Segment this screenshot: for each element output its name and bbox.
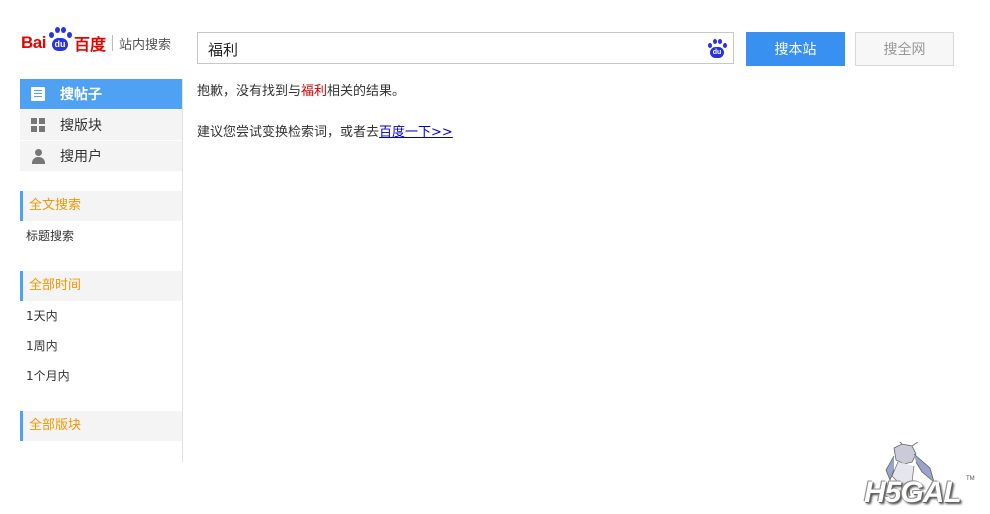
filter-all-time-header[interactable]: 全部时间 [20, 271, 182, 301]
nav-item-posts[interactable]: 搜帖子 [20, 79, 182, 109]
filter-group-board: 全部版块 [20, 411, 182, 441]
nav-item-boards[interactable]: 搜版块 [20, 110, 182, 140]
baidu-site-search-logo[interactable]: Bai du 百度 站内搜索 [21, 25, 171, 61]
baidu-paw-icon: du [47, 27, 73, 53]
baidu-search-link[interactable]: 百度一下>> [379, 125, 453, 140]
logo-divider [111, 35, 113, 51]
user-icon [31, 149, 45, 164]
search-site-button[interactable]: 搜本站 [746, 32, 845, 66]
grid-icon [31, 118, 45, 132]
nav-item-label: 搜帖子 [60, 87, 102, 103]
logo-subtitle: 站内搜索 [118, 37, 171, 53]
document-icon [31, 87, 45, 101]
watermark-tm: TM [966, 476, 975, 482]
filter-time-1day[interactable]: 1天内 [20, 301, 182, 331]
baidu-paw-icon[interactable]: du [707, 39, 727, 59]
filter-all-boards-header[interactable]: 全部版块 [20, 411, 182, 441]
nav-item-label: 搜用户 [60, 149, 102, 165]
filter-time-1week[interactable]: 1周内 [20, 331, 182, 361]
nav-item-label: 搜版块 [60, 118, 102, 134]
h5gal-watermark: H5GAL TM [860, 442, 975, 510]
no-result-keyword: 福利 [301, 84, 328, 99]
sidebar: 搜帖子 搜版块 搜用户 全文搜索 标题搜索 全部时间 1天内 1周内 1个月内 … [20, 79, 183, 462]
watermark-text: H5GAL [864, 476, 962, 509]
search-input[interactable] [206, 33, 705, 65]
filter-title-search[interactable]: 标题搜索 [20, 221, 182, 251]
nav-item-users[interactable]: 搜用户 [20, 141, 182, 171]
filter-fulltext-header[interactable]: 全文搜索 [20, 191, 182, 221]
filter-group-scope: 全文搜索 标题搜索 [20, 191, 182, 251]
logo-baidu-chinese: 百度 [73, 35, 106, 54]
filter-group-time: 全部时间 1天内 1周内 1个月内 [20, 271, 182, 391]
paw-du-text: du [710, 47, 724, 58]
search-box[interactable]: du [197, 32, 734, 65]
no-result-prefix: 抱歉，没有找到与 [197, 84, 302, 99]
suggestion-message: 建议您尝试变换检索词，或者去百度一下>> [197, 121, 453, 140]
search-web-button[interactable]: 搜全网 [855, 32, 954, 66]
suggestion-prefix: 建议您尝试变换检索词，或者去 [197, 125, 380, 140]
no-result-message: 抱歉，没有找到与福利相关的结果。 [197, 80, 405, 99]
logo-bai-text: Bai [21, 33, 46, 52]
logo-du-text: du [51, 38, 68, 51]
no-result-suffix: 相关的结果。 [327, 84, 406, 99]
filter-time-1month[interactable]: 1个月内 [20, 361, 182, 391]
